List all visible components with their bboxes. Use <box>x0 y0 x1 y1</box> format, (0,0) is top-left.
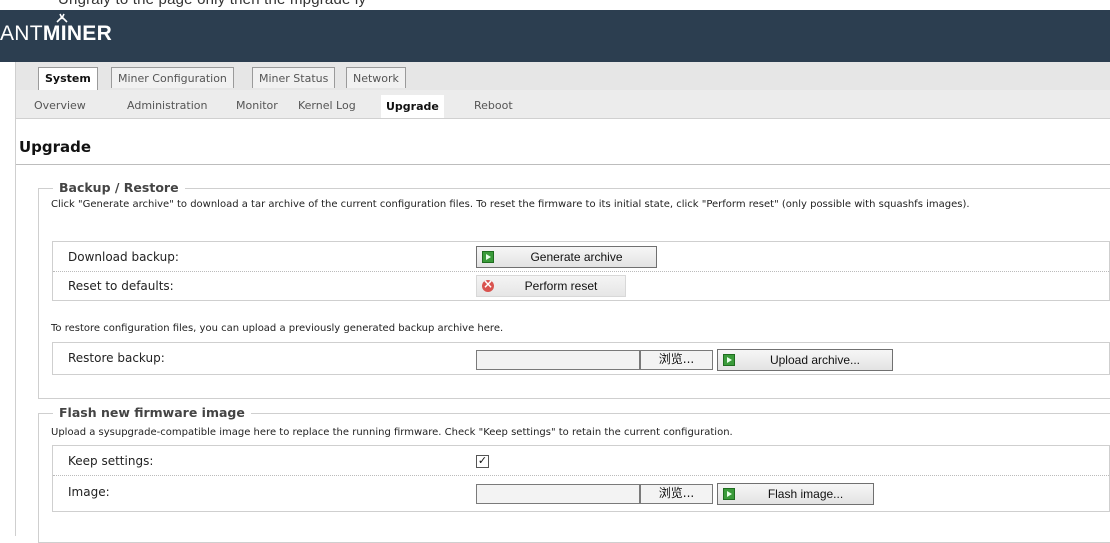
app-header: ANTMINER <box>0 10 1110 62</box>
reset-defaults-row: Reset to defaults: Perform reset <box>53 273 1109 300</box>
perform-reset-button[interactable]: Perform reset <box>476 275 626 297</box>
reset-icon <box>482 277 494 292</box>
cropped-top-text-strip: Ungraly to the page only then the mpgrad… <box>0 0 1110 10</box>
flash-description: Upload a sysupgrade-compatible image her… <box>51 427 733 438</box>
main-content: System Miner Configuration Miner Status … <box>15 62 1110 543</box>
flash-actions-box: Keep settings: ✓ Image: 浏览... Flash imag… <box>52 445 1110 512</box>
subtab-administration[interactable]: Administration <box>122 96 213 116</box>
antminer-logo[interactable]: ANTMINER <box>0 13 113 46</box>
keep-settings-checkbox[interactable]: ✓ <box>476 455 489 468</box>
image-row: Image: 浏览... Flash image... <box>53 479 1109 506</box>
logo-part-miner: MINER <box>42 22 113 45</box>
subtab-overview[interactable]: Overview <box>29 96 91 116</box>
flash-image-button[interactable]: Flash image... <box>717 483 874 505</box>
download-backup-row: Download backup: Generate archive <box>53 244 1109 272</box>
logo-part-ant: ANT <box>0 22 43 45</box>
play-icon <box>482 251 494 263</box>
tab-miner-configuration[interactable]: Miner Configuration <box>111 67 234 88</box>
play-icon <box>723 354 735 366</box>
subtab-reboot[interactable]: Reboot <box>469 96 518 116</box>
sub-tabs: Overview Administration Monitor Kernel L… <box>16 90 1110 119</box>
backup-actions-box: Download backup: Generate archive Reset … <box>52 241 1110 301</box>
subtab-upgrade[interactable]: Upgrade <box>381 95 444 118</box>
cropped-top-text: Ungraly to the page only then the mpgrad… <box>58 0 366 8</box>
backup-description: Click "Generate archive" to download a t… <box>51 199 970 210</box>
title-divider <box>16 164 1110 165</box>
flash-image-label: Flash image... <box>767 487 844 501</box>
page-title: Upgrade <box>19 138 92 156</box>
upload-archive-button[interactable]: Upload archive... <box>717 349 893 371</box>
perform-reset-label: Perform reset <box>524 279 598 293</box>
restore-browse-button[interactable]: 浏览... <box>640 350 713 370</box>
restore-description: To restore configuration files, you can … <box>51 323 504 334</box>
tab-system[interactable]: System <box>38 67 98 90</box>
upload-archive-label: Upload archive... <box>769 353 861 367</box>
main-tabs: System Miner Configuration Miner Status … <box>16 62 1110 90</box>
play-icon <box>723 488 735 500</box>
download-backup-label: Download backup: <box>68 250 179 264</box>
tab-miner-status[interactable]: Miner Status <box>252 67 336 88</box>
flash-firmware-section: Flash new firmware image Upload a sysupg… <box>38 405 1110 543</box>
restore-file-input[interactable] <box>476 350 640 370</box>
reset-defaults-label: Reset to defaults: <box>68 279 174 293</box>
subtab-kernel-log[interactable]: Kernel Log <box>293 96 361 116</box>
keep-settings-row: Keep settings: ✓ <box>53 448 1109 476</box>
image-browse-button[interactable]: 浏览... <box>640 484 713 504</box>
restore-backup-row: Restore backup: 浏览... Upload archive... <box>53 345 1109 372</box>
tab-network[interactable]: Network <box>346 67 406 88</box>
subtab-monitor[interactable]: Monitor <box>231 96 283 116</box>
image-label: Image: <box>68 485 110 499</box>
generate-archive-button[interactable]: Generate archive <box>476 246 657 268</box>
generate-archive-label: Generate archive <box>530 250 623 264</box>
backup-restore-section: Backup / Restore Click "Generate archive… <box>38 180 1110 399</box>
restore-box: Restore backup: 浏览... Upload archive... <box>52 342 1110 375</box>
flash-firmware-legend: Flash new firmware image <box>53 405 251 420</box>
restore-backup-label: Restore backup: <box>68 351 165 365</box>
logo-antenna-icon <box>56 13 68 23</box>
keep-settings-label: Keep settings: <box>68 454 154 468</box>
backup-restore-legend: Backup / Restore <box>53 180 185 195</box>
image-file-input[interactable] <box>476 484 640 504</box>
